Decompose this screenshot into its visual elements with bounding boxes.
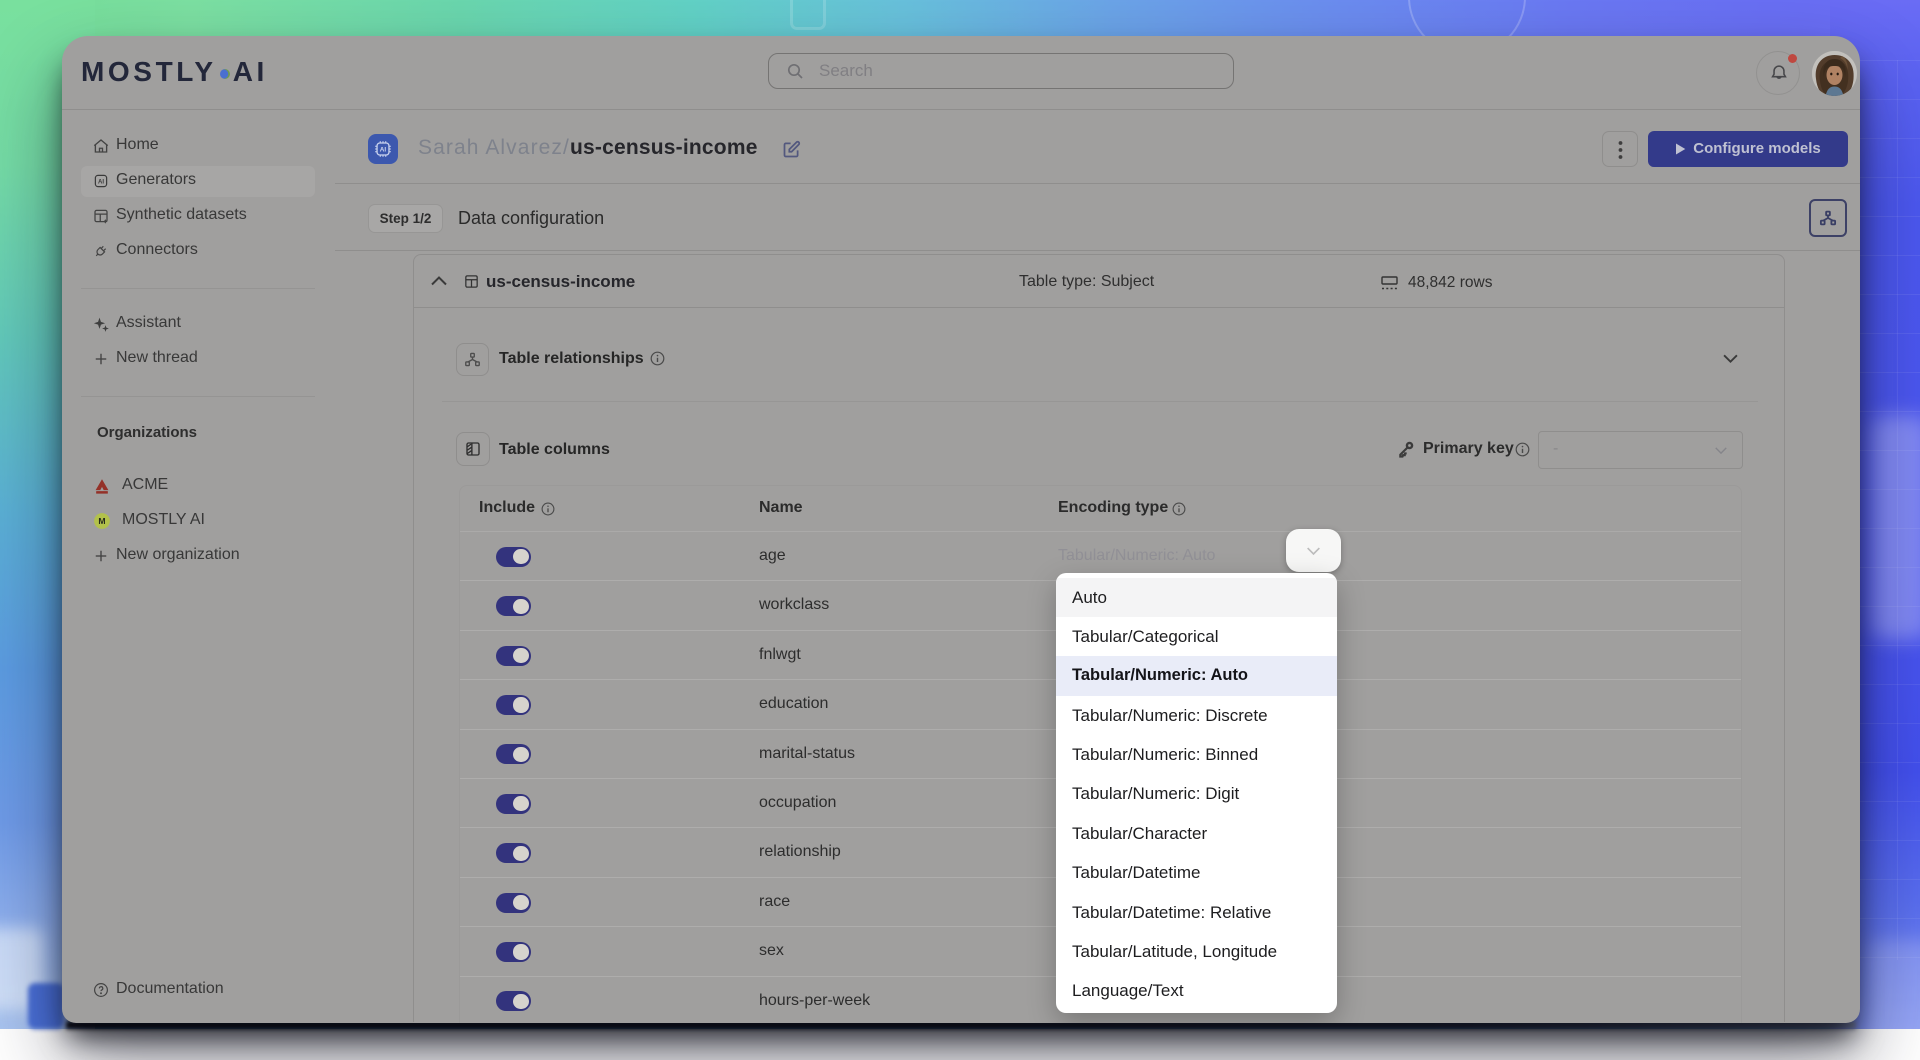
svg-text:AI: AI (98, 179, 104, 185)
svg-text:M: M (98, 516, 105, 526)
svg-text:AI: AI (380, 147, 387, 154)
